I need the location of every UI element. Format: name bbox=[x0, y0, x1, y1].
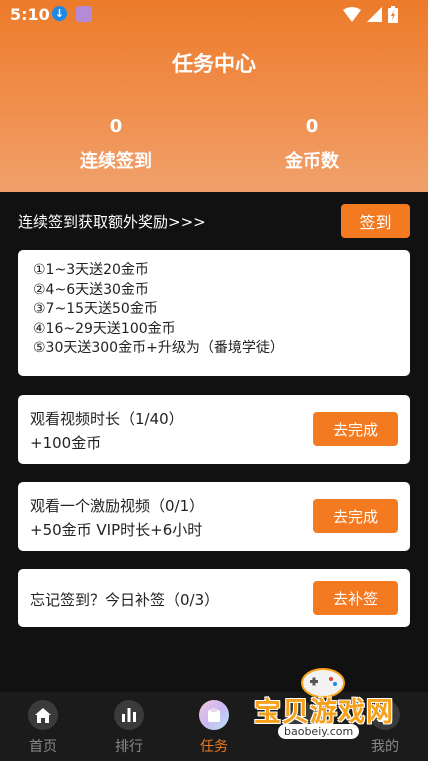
nav-item-profile[interactable]: 我的 bbox=[342, 692, 428, 761]
signin-row: 连续签到获取额外奖励>>> 签到 bbox=[18, 204, 410, 238]
stat-label: 连续签到 bbox=[80, 151, 152, 172]
rule-item: ③7~15天送50金币 bbox=[33, 301, 158, 317]
task-icon bbox=[199, 700, 229, 730]
nav-label: 首页 bbox=[29, 739, 57, 755]
download-icon: ↓ bbox=[52, 6, 67, 21]
nav-label: 排行 bbox=[115, 739, 143, 755]
stat-value: 0 bbox=[305, 116, 319, 137]
task-card-reward-video: 观看一个激励视频（0/1） +50金币 VIP时长+6小时 去完成 bbox=[18, 482, 410, 551]
nav-item-home[interactable]: 首页 bbox=[0, 692, 86, 761]
ranking-icon bbox=[114, 700, 144, 730]
wifi-icon bbox=[343, 7, 361, 22]
status-bar: 5:10 ↓ bbox=[0, 0, 428, 30]
status-time: 5:10 bbox=[10, 5, 50, 24]
stat-consecutive-signin: 0 连续签到 bbox=[36, 116, 196, 173]
complete-task-button[interactable]: 去完成 bbox=[313, 412, 398, 446]
stat-label: 金币数 bbox=[285, 151, 339, 172]
signin-prompt: 连续签到获取额外奖励>>> bbox=[18, 213, 206, 231]
rule-item: ②4~6天送30金币 bbox=[33, 281, 149, 298]
nav-item-tasks[interactable]: 任务 bbox=[171, 692, 257, 761]
nav-label: 我的 bbox=[371, 739, 399, 755]
rule-item: ⑤30天送300金币+升级为（番境学徒） bbox=[33, 340, 284, 356]
task-card-watch-duration: 观看视频时长（1/40） +100金币 去完成 bbox=[18, 395, 410, 464]
task-reward: +100金币 bbox=[30, 434, 102, 452]
rule-item: ④16~29天送100金币 bbox=[33, 320, 176, 337]
nav-label: 任务 bbox=[200, 739, 228, 755]
home-icon bbox=[28, 700, 58, 730]
bottom-nav: 首页 排行 任务 我的 bbox=[0, 692, 428, 761]
header: 5:10 ↓ 任务中心 0 连续签到 0 金币数 bbox=[0, 0, 428, 192]
profile-icon bbox=[370, 700, 400, 730]
complete-task-button[interactable]: 去完成 bbox=[313, 499, 398, 533]
makeup-signin-button[interactable]: 去补签 bbox=[313, 581, 398, 615]
task-title: 观看一个激励视频（0/1） bbox=[30, 497, 205, 515]
task-reward: +50金币 VIP时长+6小时 bbox=[30, 521, 203, 539]
task-card-makeup-signin: 忘记签到？今日补签（0/3） 去补签 bbox=[18, 569, 410, 627]
nav-item-ranking[interactable]: 排行 bbox=[86, 692, 172, 761]
page-title: 任务中心 bbox=[172, 52, 256, 76]
app-notification-icon bbox=[76, 6, 92, 22]
unknown-icon bbox=[284, 700, 314, 730]
status-icons bbox=[343, 6, 398, 23]
stat-coins: 0 金币数 bbox=[232, 116, 392, 173]
battery-icon bbox=[388, 6, 398, 23]
nav-item-4[interactable] bbox=[256, 692, 342, 761]
signin-button[interactable]: 签到 bbox=[341, 204, 410, 238]
rules-card: ①1~3天送20金币 ②4~6天送30金币 ③7~15天送50金币 ④16~29… bbox=[18, 250, 410, 376]
task-title: 观看视频时长（1/40） bbox=[30, 410, 184, 428]
task-title: 忘记签到？今日补签（0/3） bbox=[30, 591, 220, 609]
rule-item: ①1~3天送20金币 bbox=[33, 262, 149, 278]
signal-icon bbox=[367, 7, 382, 22]
stat-value: 0 bbox=[109, 116, 123, 137]
